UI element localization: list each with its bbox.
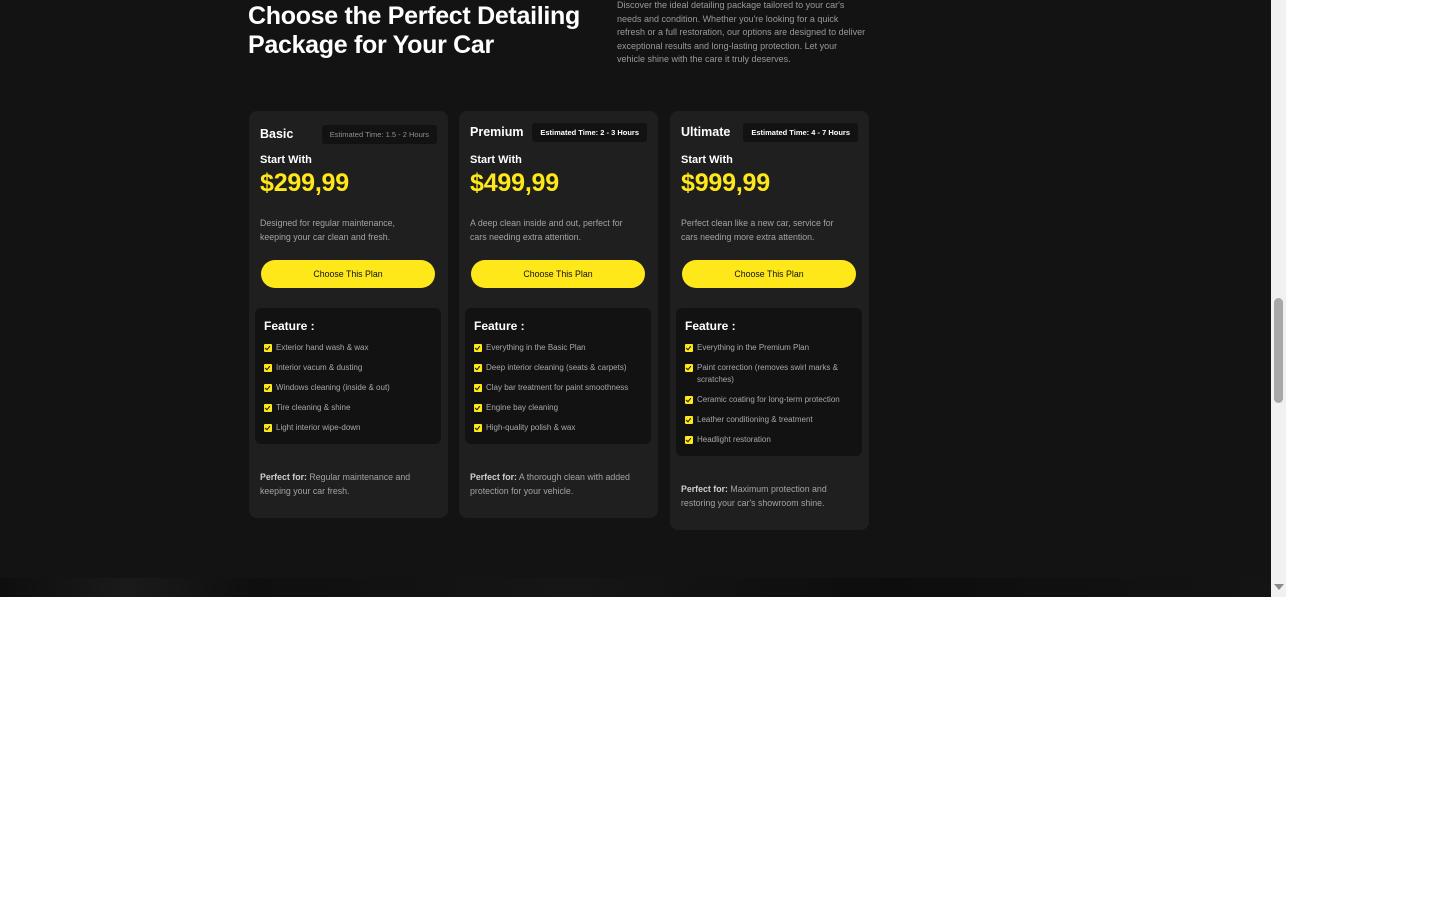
feature-item: Headlight restoration [685, 434, 853, 446]
feature-item: Ceramic coating for long-term protection [685, 394, 853, 406]
plan-header: Basic Estimated Time: 1.5 - 2 Hours [260, 123, 437, 145]
feature-list: Feature : Everything in the Basic Plan D… [465, 308, 651, 444]
feature-label: High-quality polish & wax [486, 423, 576, 432]
feature-label: Deep interior cleaning (seats & carpets) [486, 363, 627, 372]
plan-header: Premium Estimated Time: 2 - 3 Hours [470, 121, 647, 143]
check-icon [264, 424, 272, 432]
check-icon [685, 416, 693, 424]
feature-item: Light interior wipe-down [264, 422, 432, 434]
feature-list: Feature : Exterior hand wash & wax Inter… [255, 308, 441, 444]
vertical-scrollbar[interactable] [1271, 0, 1286, 597]
feature-item: Paint correction (removes swirl marks & … [685, 362, 853, 386]
feature-label: Everything in the Basic Plan [486, 343, 586, 352]
plan-description: A deep clean inside and out, perfect for… [470, 218, 623, 242]
feature-item: Deep interior cleaning (seats & carpets) [474, 362, 642, 374]
plan-description: Perfect clean like a new car, service fo… [681, 218, 834, 242]
feature-label: Tire cleaning & shine [276, 403, 351, 412]
perfect-for: Perfect for: A thorough clean with added… [470, 470, 645, 498]
feature-label: Windows cleaning (inside & out) [276, 383, 390, 392]
feature-label: Ceramic coating for long-term protection [697, 395, 840, 404]
check-icon [474, 364, 482, 372]
feature-label: Exterior hand wash & wax [276, 343, 369, 352]
check-icon [264, 384, 272, 392]
plan-card-premium: Premium Estimated Time: 2 - 3 Hours Star… [459, 111, 658, 518]
perfect-for: Perfect for: Maximum protection and rest… [681, 482, 856, 510]
feature-item: Exterior hand wash & wax [264, 342, 432, 354]
choose-plan-button[interactable]: Choose This Plan [682, 260, 856, 288]
start-with-label: Start With [260, 154, 312, 166]
section-description: Discover the ideal detailing package tai… [617, 0, 866, 64]
scroll-down-arrow-icon[interactable] [1274, 584, 1284, 590]
section-title: Choose the Perfect Detailing Package for… [248, 2, 580, 59]
perfect-for-label: Perfect for: [470, 472, 517, 482]
feature-item: Everything in the Premium Plan [685, 342, 853, 354]
perfect-for-label: Perfect for: [260, 472, 307, 482]
feature-label: Everything in the Premium Plan [697, 343, 810, 352]
plan-name: Premium [470, 125, 524, 139]
plan-card-basic: Basic Estimated Time: 1.5 - 2 Hours Star… [249, 111, 448, 518]
feature-item: Everything in the Basic Plan [474, 342, 642, 354]
feature-item: High-quality polish & wax [474, 422, 642, 434]
feature-item: Clay bar treatment for paint smoothness [474, 382, 642, 394]
time-badge: Estimated Time: 4 - 7 Hours [743, 122, 858, 142]
feature-item: Engine bay cleaning [474, 402, 642, 414]
plan-header: Ultimate Estimated Time: 4 - 7 Hours [681, 121, 858, 143]
plan-price: $299,99 [260, 169, 349, 197]
check-icon [685, 436, 693, 444]
check-icon [264, 344, 272, 352]
check-icon [474, 404, 482, 412]
check-icon [685, 364, 693, 372]
feature-label: Headlight restoration [697, 435, 771, 444]
feature-title: Feature : [685, 319, 736, 333]
check-icon [264, 364, 272, 372]
check-icon [685, 344, 693, 352]
plan-card-ultimate: Ultimate Estimated Time: 4 - 7 Hours Sta… [670, 111, 869, 530]
feature-label: Paint correction (removes swirl marks & … [697, 363, 838, 384]
start-with-label: Start With [681, 154, 733, 166]
plan-name: Ultimate [681, 125, 731, 139]
feature-label: Leather conditioning & treatment [697, 415, 813, 424]
choose-plan-button[interactable]: Choose This Plan [471, 260, 645, 288]
check-icon [474, 384, 482, 392]
browser-viewport: Choose the Perfect Detailing Package for… [0, 0, 1286, 597]
feature-title: Feature : [264, 319, 315, 333]
check-icon [264, 404, 272, 412]
pricing-section: Choose the Perfect Detailing Package for… [0, 0, 1271, 597]
perfect-for: Perfect for: Regular maintenance and kee… [260, 470, 435, 498]
scrollbar-thumb[interactable] [1274, 298, 1283, 403]
plan-price: $999,99 [681, 169, 770, 197]
perfect-for-label: Perfect for: [681, 484, 728, 494]
check-icon [685, 396, 693, 404]
feature-item: Windows cleaning (inside & out) [264, 382, 432, 394]
feature-item: Tire cleaning & shine [264, 402, 432, 414]
feature-item: Interior vacum & dusting [264, 362, 432, 374]
check-icon [474, 344, 482, 352]
next-section-preview [0, 578, 1271, 597]
choose-plan-button[interactable]: Choose This Plan [261, 260, 435, 288]
feature-label: Interior vacum & dusting [276, 363, 363, 372]
feature-label: Clay bar treatment for paint smoothness [486, 383, 629, 392]
time-badge: Estimated Time: 2 - 3 Hours [532, 122, 647, 142]
plan-price: $499,99 [470, 169, 559, 197]
check-icon [474, 424, 482, 432]
start-with-label: Start With [470, 154, 522, 166]
feature-label: Engine bay cleaning [486, 403, 559, 412]
plan-description: Designed for regular maintenance, keepin… [260, 218, 395, 242]
plan-name: Basic [260, 127, 294, 141]
feature-item: Leather conditioning & treatment [685, 414, 853, 426]
feature-title: Feature : [474, 319, 525, 333]
time-badge: Estimated Time: 1.5 - 2 Hours [321, 124, 437, 144]
feature-label: Light interior wipe-down [276, 423, 361, 432]
feature-list: Feature : Everything in the Premium Plan… [676, 308, 862, 456]
